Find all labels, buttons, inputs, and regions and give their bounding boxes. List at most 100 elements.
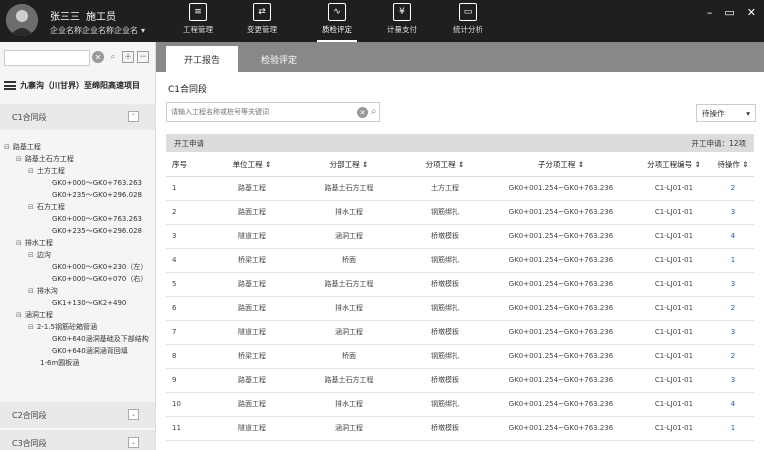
list-title: 开工申请	[174, 138, 204, 148]
collapse-all-icon[interactable]: −	[137, 51, 149, 63]
expand-all-icon[interactable]: +	[122, 51, 134, 63]
tree-node[interactable]: ⊟ 涵洞工程	[16, 310, 53, 320]
tree-leaf[interactable]: GK0+235～GK0+296.028	[52, 226, 142, 236]
close-icon[interactable]: ✕	[747, 6, 756, 19]
section-c3[interactable]: C3合同段 ⌄	[0, 430, 155, 450]
cell-division: 涵洞工程	[294, 224, 404, 249]
col-division[interactable]: 分部工程 ⇕	[294, 154, 404, 177]
cell-division: 排水工程	[294, 200, 404, 225]
search-icon[interactable]: ⌕	[371, 106, 377, 117]
tree-leaf[interactable]: GK0+235～GK0+296.028	[52, 190, 142, 200]
expand-icon[interactable]: ⌄	[128, 437, 139, 448]
cell-division: 桥面	[294, 248, 404, 273]
tab-inspection[interactable]: 检验评定	[244, 46, 314, 72]
nav-quality-evaluation[interactable]: ∿ 质检评定	[307, 0, 367, 42]
cell-index: 3	[166, 224, 210, 249]
table-row[interactable]: 6 路面工程 排水工程 钢筋绑扎 GK0+001.254~GK0+763.236 C1-L…	[166, 296, 754, 321]
cell-index: 5	[166, 272, 210, 297]
col-unit[interactable]: 单位工程 ⇕	[210, 154, 294, 177]
tree-node[interactable]: ⊟ 路基工程	[4, 142, 41, 152]
nav-payment[interactable]: ¥ 计量支付	[372, 0, 432, 42]
table-row[interactable]: 9 路基工程 路基土石方工程 桥墩模板 GK0+001.254~GK0+763.236 C…	[166, 368, 754, 393]
table-row[interactable]: 1 路基工程 路基土石方工程 土方工程 GK0+001.254~GK0+763.236 C…	[166, 176, 754, 201]
tree-node[interactable]: ⊟ 排水沟	[28, 286, 58, 296]
tree-leaf[interactable]: GK0+000～GK0+230（左）	[52, 262, 147, 272]
tree-label: GK0+235～GK0+296.028	[52, 191, 142, 199]
clear-icon[interactable]: ✕	[92, 51, 104, 63]
minimize-icon[interactable]: –	[707, 6, 713, 19]
tree-label: 石方工程	[36, 203, 65, 211]
tab-start-report[interactable]: 开工报告	[166, 46, 238, 72]
table-row[interactable]: 3 隧道工程 涵洞工程 桥墩模板 GK0+001.254~GK0+763.236 C1-L…	[166, 224, 754, 249]
table-row[interactable]: 2 路面工程 排水工程 钢筋绑扎 GK0+001.254~GK0+763.236 C1-L…	[166, 200, 754, 225]
restore-icon[interactable]: ▭	[724, 6, 734, 19]
expand-icon[interactable]: ⌄	[128, 409, 139, 420]
cell-pending[interactable]: 1	[712, 416, 754, 441]
cell-item: 桥墩模板	[404, 416, 486, 441]
tree-label: 路基工程	[12, 143, 41, 151]
tree-node[interactable]: ⊟ 排水工程	[16, 238, 53, 248]
cell-subitem: GK0+001.254~GK0+763.236	[486, 416, 636, 441]
table-row[interactable]: 8 桥梁工程 桥面 钢筋绑扎 GK0+001.254~GK0+763.236 C1-LJ0…	[166, 344, 754, 369]
avatar[interactable]	[6, 4, 38, 36]
cell-pending[interactable]: 4	[712, 392, 754, 417]
cell-pending[interactable]: 2	[712, 344, 754, 369]
minus-icon: ⊟	[28, 203, 34, 211]
table-row[interactable]: 11 隧道工程 涵洞工程 桥墩模板 GK0+001.254~GK0+763.236 C1-…	[166, 416, 754, 441]
company-selector[interactable]: 企业名称企业名称企业名 ▾	[50, 25, 145, 36]
tree-search-input[interactable]	[4, 50, 90, 66]
cell-pending[interactable]: 3	[712, 272, 754, 297]
tree-toolbar: ✕ ⌕ + −	[92, 51, 149, 63]
user-name: 张三三	[50, 12, 80, 23]
list-count: 开工申请：12项	[691, 138, 746, 148]
tree-node[interactable]: ⊟ 路基土石方工程	[16, 154, 74, 164]
col-code[interactable]: 分项工程编号 ⇕	[636, 154, 712, 177]
cell-pending[interactable]: 4	[712, 224, 754, 249]
left-panel: ✕ ⌕ + − 九寨沟（川甘界）至绵阳高速项目 C1合同段 ⌃ ⊟ 路基工程 ⊟ 路…	[0, 42, 156, 450]
tree-leaf[interactable]: GK0+640涵洞基础及下部结构	[52, 334, 149, 344]
tree-label: 土方工程	[36, 167, 65, 175]
search-input[interactable]	[167, 103, 337, 121]
clear-icon[interactable]: ✕	[357, 107, 368, 118]
table-row[interactable]: 7 隧道工程 涵洞工程 桥墩模板 GK0+001.254~GK0+763.236 C1-L…	[166, 320, 754, 345]
tree-node[interactable]: ⊟ 石方工程	[28, 202, 65, 212]
nav-change-management[interactable]: ⇄ 变更管理	[232, 0, 292, 42]
tree-label: GK0+640涵洞涵背回填	[52, 347, 128, 355]
project-title: 九寨沟（川甘界）至绵阳高速项目	[4, 80, 140, 91]
tree-leaf[interactable]: 1-6m圆板涵	[40, 358, 79, 368]
caret-down-icon: ▾	[746, 108, 750, 118]
table-row[interactable]: 10 路面工程 排水工程 钢筋绑扎 GK0+001.254~GK0+763.236 C1-…	[166, 392, 754, 417]
table-row[interactable]: 5 路基工程 路基土石方工程 桥墩模板 GK0+001.254~GK0+763.236 C…	[166, 272, 754, 297]
tree-node[interactable]: ⊟ 边沟	[28, 250, 51, 260]
tree-leaf[interactable]: GK1+130～GK2+490	[52, 298, 126, 308]
tree-leaf[interactable]: GK0+000～GK0+763.263	[52, 178, 142, 188]
table-row[interactable]: 4 桥梁工程 桥面 钢筋绑扎 GK0+001.254~GK0+763.236 C1-LJ0…	[166, 248, 754, 273]
collapse-icon[interactable]: ⌃	[128, 111, 139, 122]
tree-label: 1-6m圆板涵	[40, 359, 80, 367]
cell-pending[interactable]: 3	[712, 200, 754, 225]
tree-node[interactable]: ⊟ 2-1.5钢筋砼箱管涵	[28, 322, 97, 332]
tree-leaf[interactable]: GK0+000～GK0+763.263	[52, 214, 142, 224]
col-subitem[interactable]: 子分项工程 ⇕	[486, 154, 636, 177]
status-select[interactable]: 待操作 ▾	[696, 104, 756, 122]
col-pending[interactable]: 待操作 ⇕	[712, 154, 754, 177]
nav-statistics[interactable]: ▭ 统计分析	[438, 0, 498, 42]
tree-leaf[interactable]: GK0+640涵洞涵背回填	[52, 346, 128, 356]
cell-pending[interactable]: 1	[712, 248, 754, 273]
table-header-row: 序号 单位工程 ⇕ 分部工程 ⇕ 分项工程 ⇕ 子分项工程 ⇕ 分项工程编号 ⇕…	[166, 154, 754, 177]
section-c1[interactable]: C1合同段 ⌃	[0, 104, 155, 130]
nav-project-management[interactable]: ≡ 工程管理	[168, 0, 228, 42]
tree-label: GK0+235～GK0+296.028	[52, 227, 142, 235]
section-c2[interactable]: C2合同段 ⌄	[0, 402, 155, 428]
top-bar: 张三三 施工员 企业名称企业名称企业名 ▾ ≡ 工程管理 ⇄ 变更管理 ∿ 质检…	[0, 0, 764, 42]
cell-pending[interactable]: 2	[712, 176, 754, 201]
cell-pending[interactable]: 3	[712, 368, 754, 393]
cell-pending[interactable]: 2	[712, 296, 754, 321]
tree-node[interactable]: ⊟ 土方工程	[28, 166, 65, 176]
nav-label: 统计分析	[453, 25, 483, 34]
col-item[interactable]: 分项工程 ⇕	[404, 154, 486, 177]
cell-division: 排水工程	[294, 296, 404, 321]
search-icon[interactable]: ⌕	[107, 51, 119, 63]
cell-pending[interactable]: 3	[712, 320, 754, 345]
tree-leaf[interactable]: GK0+000～GK0+070（右）	[52, 274, 147, 284]
